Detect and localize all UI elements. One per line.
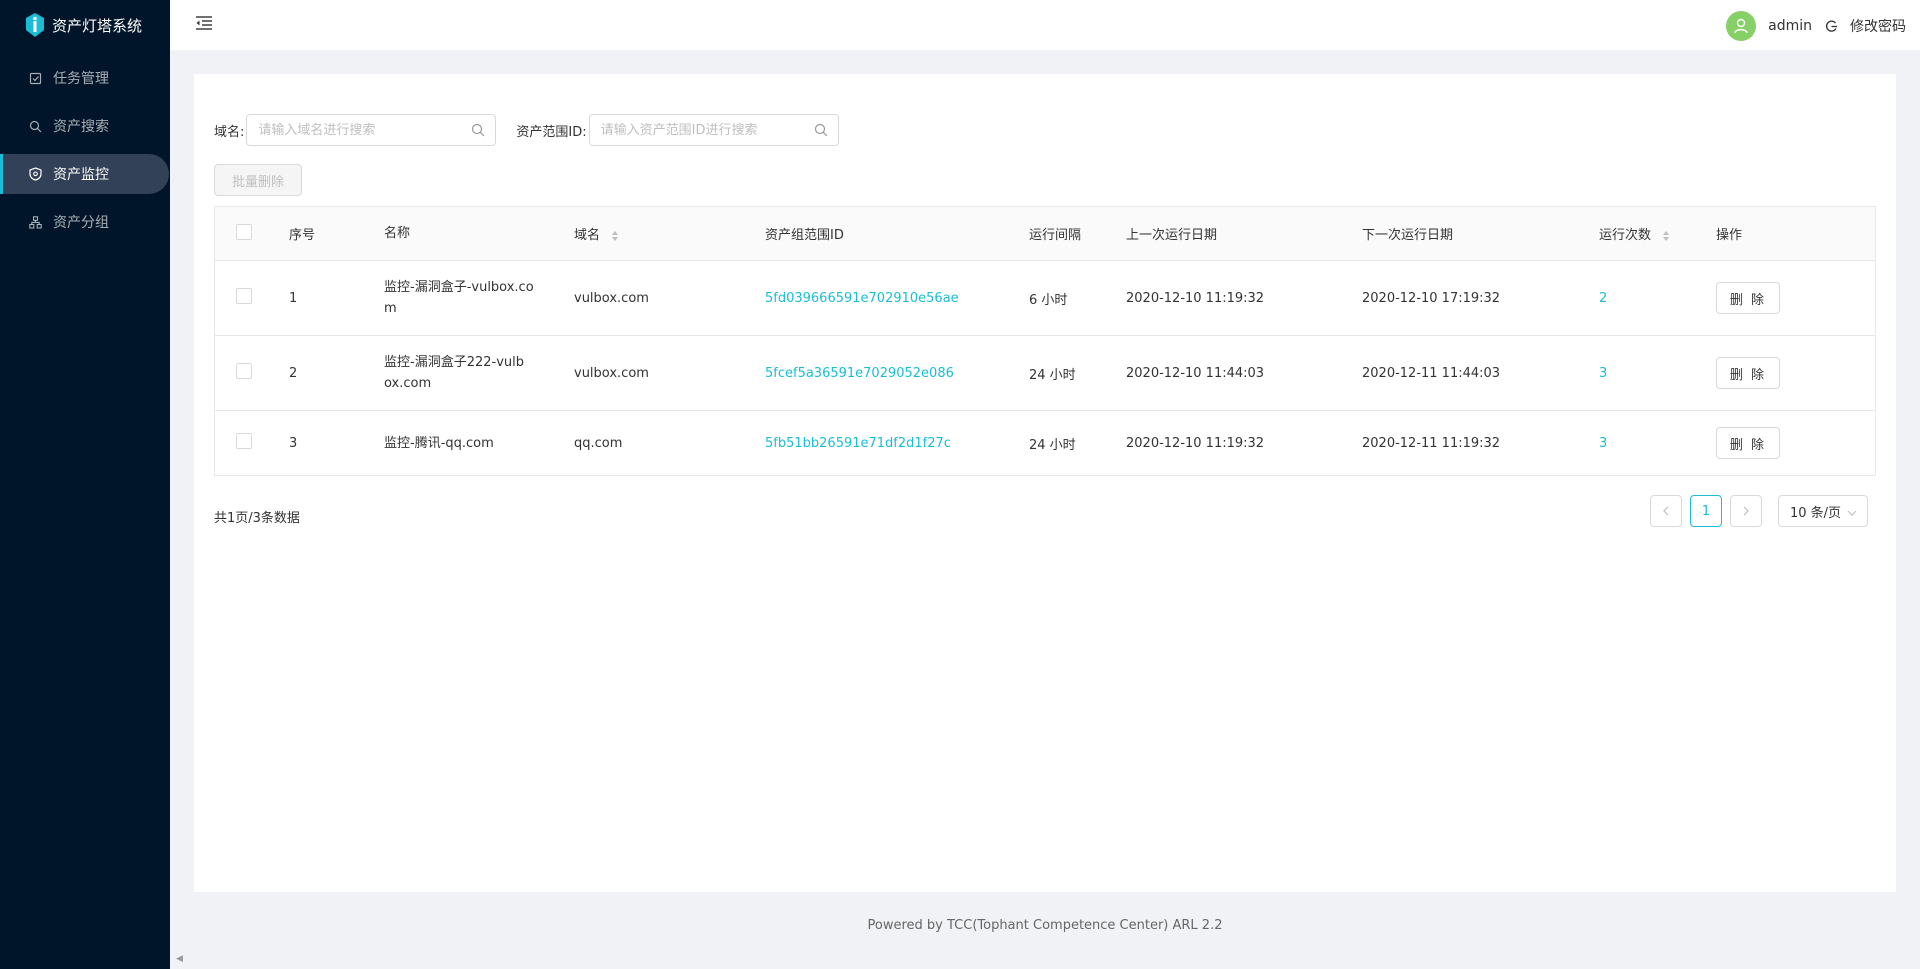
scroll-left-arrow-icon[interactable]: ◀ (176, 954, 183, 964)
header-last-run: 上一次运行日期 (1126, 228, 1218, 243)
cell-last-run: 2020-12-10 11:19:32 (1126, 435, 1265, 451)
user-area: admin 修改密码 (1726, 11, 1906, 41)
scope-search-label: 资产范围ID: (516, 124, 587, 140)
search-icon[interactable] (814, 123, 828, 137)
sidebar-item-asset-monitor[interactable]: 资产监控 (0, 154, 169, 194)
cell-index: 2 (289, 365, 298, 381)
sidebar-item-label: 任务管理 (53, 71, 109, 87)
header-domain-label: 域名 (574, 228, 601, 243)
cell-index: 3 (289, 435, 298, 451)
cell-interval: 24 小时 (1029, 367, 1076, 383)
app-title: 资产灯塔系统 (52, 16, 143, 35)
lighthouse-logo-icon (24, 12, 46, 38)
menu-fold-icon[interactable] (195, 15, 215, 33)
cell-next-run: 2020-12-11 11:19:32 (1362, 435, 1501, 451)
app-logo[interactable]: 资产灯塔系统 (0, 0, 170, 50)
delete-button[interactable]: 删 除 (1716, 282, 1780, 314)
cell-scope-id-link[interactable]: 5fb51bb26591e71df2d1f27c (765, 436, 1029, 451)
table-header-row: 序号 名称 域名 资产组范围ID 运行间隔 上一次运行日期 下一次运行日期 运行… (215, 207, 1875, 261)
pagination: 1 10 条/页 (1650, 495, 1868, 527)
group-tree-icon (28, 215, 42, 229)
select-all-checkbox[interactable] (236, 223, 252, 240)
header-index: 序号 (289, 228, 316, 243)
header-interval: 运行间隔 (1029, 228, 1082, 243)
cell-scope-id-link[interactable]: 5fd039666591e702910e56ae (765, 291, 1029, 306)
username[interactable]: admin (1768, 18, 1812, 34)
sidebar: 资产灯塔系统 任务管理 资产搜索 资产监控 资产分组 (0, 0, 170, 969)
page-size-select[interactable]: 10 条/页 (1778, 495, 1868, 527)
top-header: admin 修改密码 (170, 0, 1920, 50)
cell-domain: vulbox.com (574, 290, 649, 306)
cell-next-run: 2020-12-11 11:44:03 (1362, 365, 1501, 381)
table-row: 1 监控-漏洞盒子-vulbox.com vulbox.com 5fd03966… (215, 261, 1875, 336)
footer-text: Powered by TCC(Tophant Competence Center… (867, 918, 1223, 933)
header-domain[interactable]: 域名 (574, 224, 765, 243)
page-number-button[interactable]: 1 (1690, 495, 1722, 527)
sidebar-item-asset-search[interactable]: 资产搜索 (0, 106, 170, 146)
delete-button[interactable]: 删 除 (1716, 357, 1780, 389)
header-name: 名称 (384, 226, 411, 241)
sort-icon[interactable] (612, 230, 619, 241)
cell-domain: vulbox.com (574, 365, 649, 381)
cell-last-run: 2020-12-10 11:19:32 (1126, 290, 1265, 306)
domain-search-box (246, 114, 497, 146)
search-icon (28, 119, 42, 133)
cell-name: 监控-腾讯-qq.com (384, 435, 494, 451)
cell-run-count-link[interactable]: 3 (1599, 366, 1716, 381)
domain-search-label: 域名: (214, 124, 245, 140)
main-content: 域名: 资产范围ID: 批量删除 序号 名称 域名 资产组范围ID 运行间隔 (194, 74, 1896, 892)
table-row: 3 监控-腾讯-qq.com qq.com 5fb51bb26591e71df2… (215, 411, 1875, 475)
user-icon (1734, 18, 1748, 34)
logout-icon[interactable] (1824, 19, 1838, 33)
prev-page-button[interactable] (1650, 495, 1682, 527)
cell-domain: qq.com (574, 435, 623, 451)
cell-last-run: 2020-12-10 11:44:03 (1126, 365, 1265, 381)
chevron-right-icon (1743, 506, 1749, 516)
search-icon[interactable] (471, 123, 485, 137)
scope-search-box (588, 114, 839, 146)
cell-run-count-link[interactable]: 3 (1599, 436, 1716, 451)
sidebar-item-task-management[interactable]: 任务管理 (0, 58, 170, 98)
next-page-button[interactable] (1730, 495, 1762, 527)
scope-search-input[interactable] (589, 115, 800, 145)
header-scope-id: 资产组范围ID (765, 228, 844, 243)
sidebar-item-label: 资产监控 (53, 167, 109, 183)
cell-name: 监控-漏洞盒子222-vulbox.com (384, 355, 524, 391)
chevron-down-icon (1847, 506, 1857, 521)
cell-name: 监控-漏洞盒子-vulbox.com (384, 280, 534, 316)
cell-interval: 6 小时 (1029, 292, 1068, 308)
cell-scope-id-link[interactable]: 5fcef5a36591e7029052e086 (765, 366, 1029, 381)
cell-index: 1 (289, 290, 298, 306)
row-checkbox[interactable] (236, 363, 252, 379)
search-bar: 域名: 资产范围ID: (214, 114, 859, 146)
header-action: 操作 (1716, 228, 1743, 243)
header-run-count[interactable]: 运行次数 (1599, 224, 1716, 243)
header-run-count-label: 运行次数 (1599, 228, 1652, 243)
row-checkbox[interactable] (236, 433, 252, 449)
sidebar-item-label: 资产分组 (53, 215, 109, 231)
sort-icon[interactable] (1663, 230, 1670, 241)
cell-next-run: 2020-12-10 17:19:32 (1362, 290, 1501, 306)
table-row: 2 监控-漏洞盒子222-vulbox.com vulbox.com 5fcef… (215, 336, 1875, 411)
domain-search-input[interactable] (247, 115, 458, 145)
sidebar-item-label: 资产搜索 (53, 119, 109, 135)
monitor-table: 序号 名称 域名 资产组范围ID 运行间隔 上一次运行日期 下一次运行日期 运行… (214, 206, 1876, 476)
delete-button[interactable]: 删 除 (1716, 427, 1780, 459)
batch-delete-button[interactable]: 批量删除 (214, 164, 302, 196)
avatar[interactable] (1726, 11, 1757, 41)
cell-run-count-link[interactable]: 2 (1599, 291, 1716, 306)
pagination-summary: 共1页/3条数据 (214, 511, 300, 526)
chevron-left-icon (1663, 506, 1669, 516)
monitor-shield-icon (28, 167, 42, 181)
header-next-run: 下一次运行日期 (1362, 228, 1454, 243)
row-checkbox[interactable] (236, 288, 252, 304)
sidebar-item-asset-group[interactable]: 资产分组 (0, 202, 170, 242)
page-size-value: 10 条/页 (1790, 505, 1842, 521)
cell-interval: 24 小时 (1029, 437, 1076, 453)
task-icon (28, 71, 42, 85)
sidebar-menu: 任务管理 资产搜索 资产监控 资产分组 (0, 58, 170, 242)
change-password-link[interactable]: 修改密码 (1850, 16, 1906, 36)
